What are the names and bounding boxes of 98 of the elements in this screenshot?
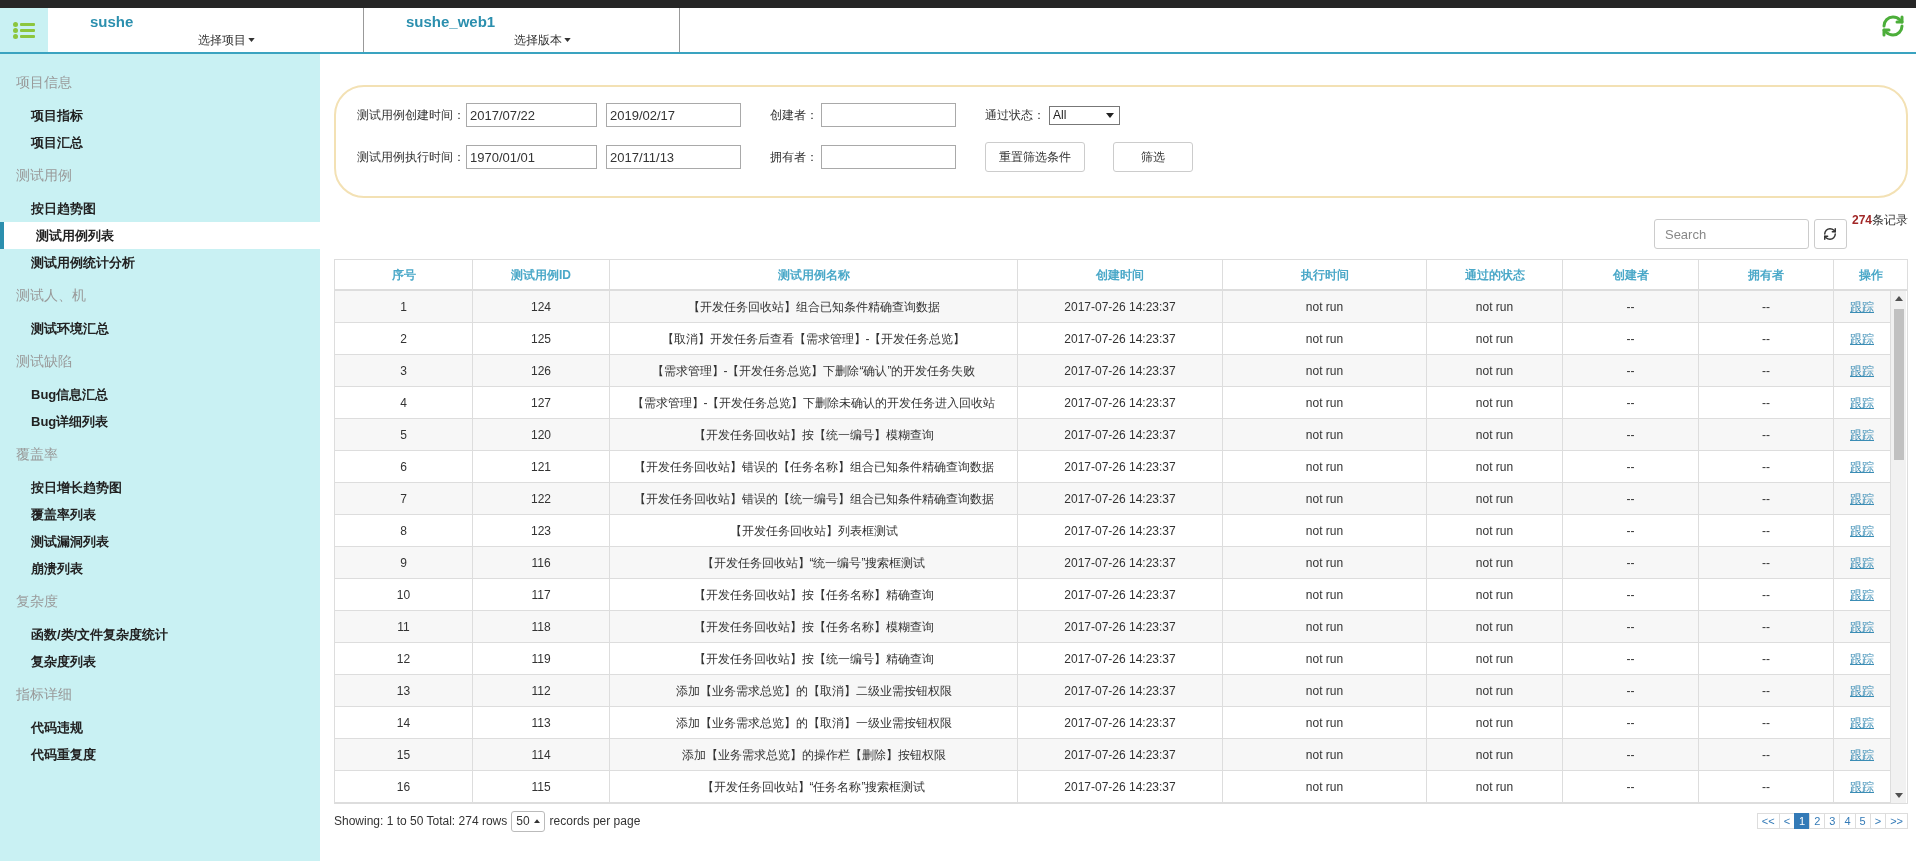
sidebar-item[interactable]: Bug信息汇总 — [0, 381, 320, 408]
column-header: 拥有者 — [1699, 260, 1834, 289]
track-link[interactable]: 跟踪 — [1850, 713, 1874, 732]
table-cell: 16 — [335, 771, 473, 803]
scrollbar[interactable] — [1891, 291, 1906, 803]
search-field[interactable]: Search — [1653, 219, 1809, 249]
filter-label: 通过状态： — [985, 107, 1046, 124]
scroll-down-icon[interactable] — [1894, 793, 1903, 798]
track-link[interactable]: 跟踪 — [1850, 297, 1874, 316]
table-cell: 115 — [473, 771, 610, 803]
sidebar-item[interactable]: 测试用例统计分析 — [0, 249, 320, 276]
track-link[interactable]: 跟踪 — [1850, 457, 1874, 476]
status-select[interactable]: All — [1049, 105, 1120, 125]
page-button[interactable]: 4 — [1839, 813, 1856, 829]
sidebar-item[interactable]: 项目指标 — [0, 102, 320, 129]
sidebar-heading: 指标详细 — [16, 685, 72, 704]
track-link[interactable]: 跟踪 — [1850, 489, 1874, 508]
sidebar-item[interactable]: 崩溃列表 — [0, 555, 320, 582]
track-link[interactable]: 跟踪 — [1850, 681, 1874, 700]
sidebar-item[interactable]: Bug详细列表 — [0, 408, 320, 435]
caret-icon — [533, 819, 540, 823]
column-header: 创建者 — [1563, 260, 1699, 289]
track-link[interactable]: 跟踪 — [1850, 585, 1874, 604]
picker-dropdown[interactable]: 选择版本 — [514, 32, 571, 48]
sidebar-item[interactable]: 按日趋势图 — [0, 195, 320, 222]
sidebar-item[interactable]: 项目汇总 — [0, 129, 320, 156]
sidebar-item[interactable]: 测试用例列表 — [0, 222, 320, 249]
reset-filter-button[interactable]: 重置筛选条件 — [985, 142, 1085, 172]
sidebar-item[interactable]: 代码重复度 — [0, 741, 320, 768]
sidebar-heading: 测试缺陷 — [16, 352, 72, 371]
page-size-dropdown[interactable]: 50 — [511, 810, 545, 832]
page-button[interactable]: << — [1756, 813, 1780, 829]
sidebar-item[interactable]: 测试环境汇总 — [0, 315, 320, 342]
filter-label: 拥有者： — [770, 149, 819, 166]
track-link[interactable]: 跟踪 — [1850, 361, 1874, 380]
sidebar-heading: 测试人、机 — [16, 286, 86, 305]
date-field[interactable]: 2019/02/17 — [606, 103, 741, 127]
record-count: 274条记录 — [1851, 213, 1908, 227]
track-link[interactable]: 跟踪 — [1850, 553, 1874, 572]
track-link[interactable]: 跟踪 — [1850, 617, 1874, 636]
date-field[interactable]: 2017/11/13 — [606, 145, 741, 169]
page-button[interactable]: 2 — [1809, 813, 1826, 829]
scroll-thumb[interactable] — [1893, 309, 1904, 460]
scroll-up-icon[interactable] — [1894, 296, 1903, 301]
filter-button[interactable]: 筛选 — [1113, 142, 1193, 172]
page-button[interactable]: 3 — [1824, 813, 1841, 829]
sidebar-item[interactable]: 函数/类/文件复杂度统计 — [0, 621, 320, 648]
pagination-summary: Showing: 1 to 50 Total: 274 rows — [334, 813, 508, 830]
sidebar-heading: 复杂度 — [16, 592, 58, 611]
track-link[interactable]: 跟踪 — [1850, 393, 1874, 412]
picker-dropdown[interactable]: 选择项目 — [198, 32, 255, 48]
sidebar-item[interactable]: 覆盖率列表 — [0, 501, 320, 528]
track-link[interactable]: 跟踪 — [1850, 521, 1874, 540]
page-button[interactable]: 1 — [1794, 813, 1811, 829]
caret-icon — [248, 38, 255, 42]
menu-button[interactable] — [0, 8, 48, 52]
sidebar-item[interactable]: 复杂度列表 — [0, 648, 320, 675]
sidebar-item[interactable]: 测试漏洞列表 — [0, 528, 320, 555]
caret-icon — [564, 38, 571, 42]
column-header: 执行时间 — [1223, 260, 1427, 289]
table-cell: 【开发任务回收站】“任务名称”搜索框测试 — [610, 771, 1018, 803]
table-cell: 2017-07-26 14:23:37 — [1018, 771, 1223, 803]
track-link[interactable]: 跟踪 — [1850, 777, 1874, 796]
table-cell: -- — [1563, 771, 1699, 803]
sidebar-heading: 覆盖率 — [16, 445, 58, 464]
project-name: sushe_web1 — [406, 12, 496, 32]
sidebar-heading: 项目信息 — [16, 73, 72, 92]
column-header: 创建时间 — [1018, 260, 1223, 289]
page-button[interactable]: >> — [1885, 813, 1908, 829]
table-cell: -- — [1699, 771, 1834, 803]
page-size-label: records per page — [549, 813, 641, 830]
track-link[interactable]: 跟踪 — [1850, 745, 1874, 764]
date-field[interactable]: 1970/01/01 — [466, 145, 597, 169]
table-cell: not run — [1223, 771, 1427, 803]
column-header: 测试用例ID — [473, 260, 610, 289]
filter-label: 测试用例创建时间： — [357, 107, 466, 124]
refresh-icon — [1881, 14, 1905, 38]
list-icon — [13, 21, 35, 39]
column-header: 操作 — [1857, 266, 1884, 284]
person-field[interactable] — [821, 145, 956, 169]
sidebar-heading: 测试用例 — [16, 166, 72, 185]
refresh-button[interactable] — [1813, 219, 1847, 249]
refresh-icon — [1823, 227, 1838, 241]
track-link[interactable]: 跟踪 — [1850, 329, 1874, 348]
sidebar-item[interactable]: 按日增长趋势图 — [0, 474, 320, 501]
track-link[interactable]: 跟踪 — [1850, 649, 1874, 668]
table-cell: not run — [1427, 771, 1563, 803]
project-name: sushe — [90, 12, 134, 32]
column-header: 测试用例名称 — [610, 260, 1018, 289]
filter-label: 创建者： — [770, 107, 819, 124]
track-link[interactable]: 跟踪 — [1850, 425, 1874, 444]
column-header: 序号 — [335, 260, 473, 289]
filter-label: 测试用例执行时间： — [357, 149, 466, 166]
person-field[interactable] — [821, 103, 956, 127]
date-field[interactable]: 2017/07/22 — [466, 103, 597, 127]
caret-icon — [1106, 112, 1114, 118]
sidebar-item[interactable]: 代码违规 — [0, 714, 320, 741]
column-header: 通过的状态 — [1427, 260, 1563, 289]
